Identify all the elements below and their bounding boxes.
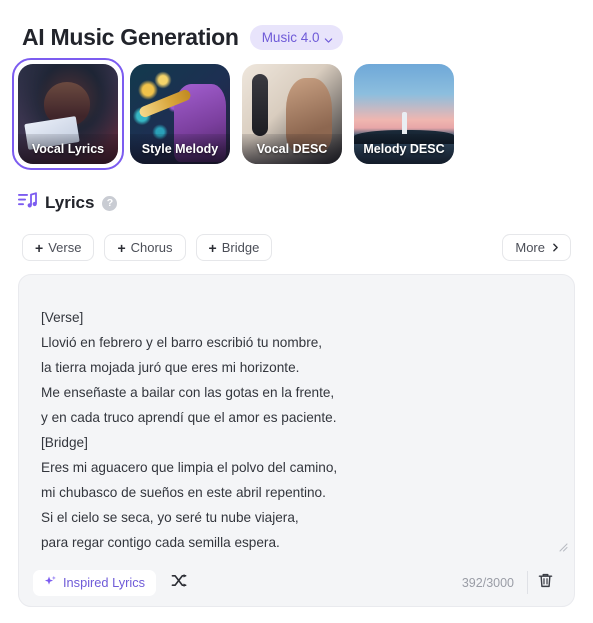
lyric-line: la tierra mojada juró que eres mi horizo… <box>41 360 300 375</box>
mode-card-list: Vocal Lyrics Style Melody Vocal DESC Mel… <box>12 58 454 170</box>
trash-icon <box>537 572 554 594</box>
mode-card-vocal-lyrics[interactable]: Vocal Lyrics <box>12 58 124 170</box>
plus-icon: + <box>35 239 44 256</box>
lyric-line: y en cada truco aprendí que el amor es p… <box>41 410 337 425</box>
inspired-lyrics-button[interactable]: Inspired Lyrics <box>33 569 157 596</box>
shuffle-icon <box>171 572 188 594</box>
playlist-music-icon <box>18 192 37 214</box>
mode-card-label: Style Melody <box>130 134 230 164</box>
editor-toolbar: Inspired Lyrics 392/3000 <box>19 559 574 606</box>
mode-card-vocal-desc[interactable]: Vocal DESC <box>242 64 342 164</box>
lyrics-textarea[interactable]: [Verse] Llovió en febrero y el barro esc… <box>19 275 574 560</box>
mode-card-label: Melody DESC <box>354 134 454 164</box>
mode-card-label: Vocal Lyrics <box>18 134 118 164</box>
lyrics-editor-panel: [Verse] Llovió en febrero y el barro esc… <box>18 274 575 607</box>
plus-icon: + <box>208 239 217 256</box>
lyric-line: Me enseñaste a bailar con las gotas en l… <box>41 385 335 400</box>
lyric-line: Eres mi aguacero que limpia el polvo del… <box>41 460 338 475</box>
mode-card-melody-desc[interactable]: Melody DESC <box>354 64 454 164</box>
lyrics-section-header: Lyrics ? <box>18 192 118 214</box>
clear-lyrics-button[interactable] <box>528 568 562 598</box>
plus-icon: + <box>117 239 126 256</box>
shuffle-button[interactable] <box>167 571 191 595</box>
add-chorus-button[interactable]: + Chorus <box>104 234 186 261</box>
help-circle-icon[interactable]: ? <box>102 195 118 211</box>
lyric-line: Llovió en febrero y el barro escribió tu… <box>41 335 323 350</box>
chevron-down-icon <box>324 33 333 43</box>
chevron-right-icon <box>551 240 560 255</box>
sparkle-icon <box>44 575 57 591</box>
lyric-line: mi chubasco de sueños en este abril repe… <box>41 485 326 500</box>
lyric-line: Si el cielo se seca, yo seré tu nube via… <box>41 510 299 525</box>
more-button-label: More <box>515 240 545 255</box>
more-button[interactable]: More <box>502 234 571 261</box>
add-verse-button[interactable]: + Verse <box>22 234 95 261</box>
model-selector-label: Music 4.0 <box>261 29 320 45</box>
page-header: AI Music Generation Music 4.0 <box>22 22 344 52</box>
add-verse-label: Verse <box>48 240 82 255</box>
mode-card-style-melody[interactable]: Style Melody <box>130 64 230 164</box>
add-bridge-label: Bridge <box>221 240 260 255</box>
app-root: AI Music Generation Music 4.0 Vocal Lyri… <box>0 0 593 623</box>
lyrics-structure-toolbar: + Verse + Chorus + Bridge More <box>22 234 571 261</box>
lyric-line: para regar contigo cada semilla espera. <box>41 535 280 550</box>
add-chorus-label: Chorus <box>130 240 173 255</box>
mode-card-label: Vocal DESC <box>242 134 342 164</box>
character-counter: 392/3000 <box>461 575 514 590</box>
page-title: AI Music Generation <box>22 24 239 50</box>
add-bridge-button[interactable]: + Bridge <box>195 234 273 261</box>
lyric-line: [Verse] <box>41 310 84 325</box>
textarea-resize-handle[interactable] <box>557 539 568 552</box>
inspired-lyrics-label: Inspired Lyrics <box>63 575 146 590</box>
lyric-line: [Bridge] <box>41 435 88 450</box>
model-selector-badge[interactable]: Music 4.0 <box>249 24 344 50</box>
lyrics-title: Lyrics <box>45 193 95 212</box>
